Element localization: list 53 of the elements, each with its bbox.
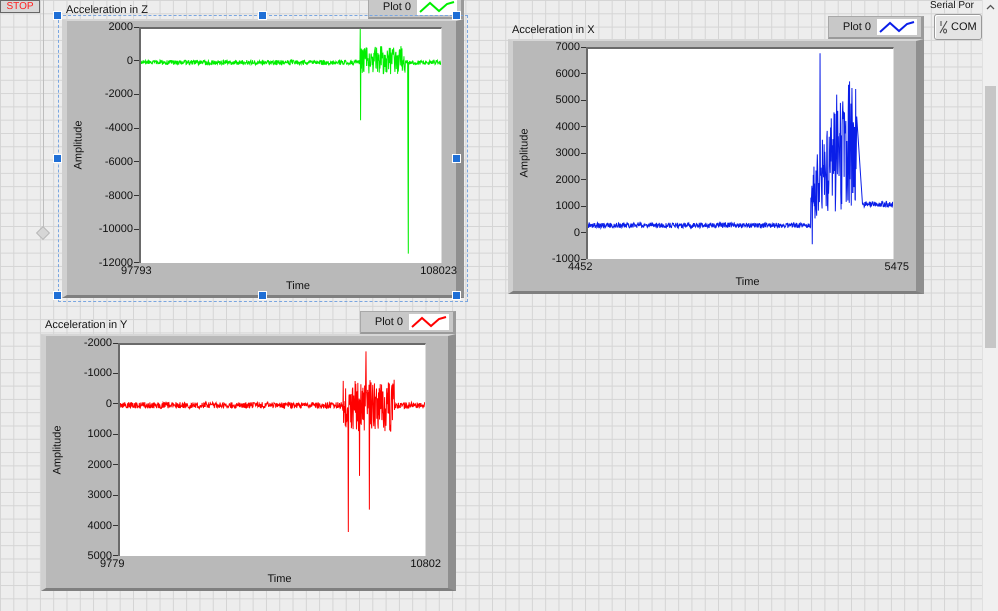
- selection-handle[interactable]: [53, 154, 62, 163]
- axis-tick-label: 1000: [68, 427, 118, 442]
- axis-label: Amplitude: [51, 425, 63, 474]
- axis-label: Amplitude: [72, 120, 84, 170]
- chart-title: Acceleration in Z: [66, 4, 148, 16]
- up-caret-icon[interactable]: [986, 4, 995, 10]
- selection-handle[interactable]: [452, 291, 461, 300]
- axis-tick-label: 2000: [535, 172, 586, 186]
- chart-title: Acceleration in X: [512, 24, 595, 36]
- plot-legend[interactable]: Plot 0: [360, 311, 456, 334]
- selection-handle[interactable]: [452, 11, 461, 20]
- line-sample-icon: [409, 314, 449, 330]
- axis-tick-label: 5000: [535, 93, 586, 107]
- axis-tick-label: 108023: [420, 265, 457, 278]
- axis-tick-label: -6000: [89, 154, 139, 169]
- line-sample-icon: [417, 0, 457, 15]
- io-icon: [939, 19, 948, 35]
- selection-handle[interactable]: [53, 11, 62, 20]
- axis-tick-label: 0: [68, 396, 118, 411]
- control-label: Serial Por: [930, 0, 974, 12]
- axis-tick-label: 3000: [535, 146, 586, 160]
- axis-tick-label: 1000: [535, 199, 586, 213]
- selection-handle[interactable]: [258, 291, 266, 300]
- axis-label: Time: [734, 276, 761, 288]
- axis-tick-label: 4000: [68, 518, 118, 533]
- plot-legend[interactable]: Plot 0: [368, 0, 464, 19]
- selection-handle[interactable]: [53, 291, 62, 300]
- axis-tick-label: 3000: [68, 488, 118, 502]
- axis-tick-label: 7000: [535, 40, 586, 54]
- axis-tick-label: 4000: [535, 120, 586, 134]
- axis-tick-label: 2000: [68, 458, 118, 472]
- scrollbar[interactable]: [982, 0, 998, 611]
- axis-tick-label: -10000: [89, 222, 139, 236]
- plot-legend[interactable]: Plot 0: [828, 16, 924, 39]
- line-sample-icon: [877, 19, 917, 35]
- axis-tick-label: -1000: [68, 366, 118, 380]
- selection-handle[interactable]: [258, 11, 266, 20]
- axis-tick-label: 2000: [89, 20, 139, 34]
- axis-tick-label: -2000: [89, 87, 139, 102]
- chart-title: Acceleration in Y: [45, 319, 128, 331]
- axis-label: Time: [266, 573, 293, 585]
- axis-tick-label: -4000: [89, 121, 139, 136]
- axis-tick-label: -2000: [68, 336, 118, 350]
- axis-tick-label: 10802: [410, 558, 441, 571]
- selection-handle[interactable]: [452, 154, 461, 163]
- axis-tick-label: 0: [89, 54, 139, 68]
- serial-port-selector[interactable]: COM: [934, 14, 982, 40]
- axis-tick-label: 6000: [535, 66, 586, 80]
- axis-tick-label: 5475: [884, 261, 909, 274]
- axis-tick-label: 0: [535, 226, 586, 240]
- axis-label: Amplitude: [518, 128, 530, 178]
- axis-label: Time: [284, 280, 312, 292]
- axis-tick-label: -8000: [89, 188, 139, 203]
